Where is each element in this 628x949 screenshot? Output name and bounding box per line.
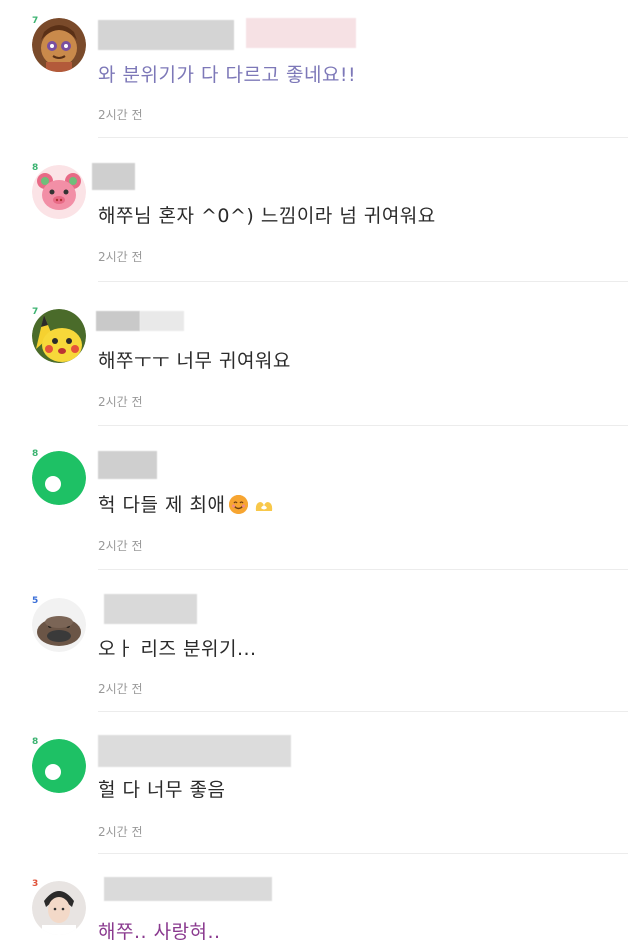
platypus-avatar-icon <box>32 598 86 652</box>
comment-text: 해쭈ㅜㅜ 너무 귀여워요 <box>98 350 291 372</box>
avatar[interactable]: 8 <box>32 449 88 507</box>
divider <box>98 425 628 426</box>
default-avatar-icon <box>32 739 86 793</box>
comment-item: 8 헉 다들 제 최애 2시간 전 <box>0 449 628 571</box>
divider <box>98 569 628 570</box>
divider <box>98 281 628 282</box>
username-blurred[interactable] <box>96 311 140 331</box>
comment-item: 5 오ㅏ 리즈 분위기... 2시간 전 <box>0 594 628 714</box>
level-badge: 8 <box>32 737 39 747</box>
avatar[interactable]: 8 <box>32 163 88 221</box>
smiling-face-emoji-icon <box>228 495 248 514</box>
username-blurred[interactable] <box>98 735 291 767</box>
comment-item: 8 해쭈님 혼자 ^0^) 느낌이라 넘 귀여워요 2시간 전 <box>0 163 628 283</box>
default-avatar-icon <box>32 451 86 505</box>
avatar[interactable]: 7 <box>32 16 88 74</box>
user-badge-blurred <box>246 18 356 48</box>
comment-text: 와 분위기가 다 다르고 좋네요!! <box>98 64 357 86</box>
cookie-avatar-icon <box>32 18 86 72</box>
username-blurred-2 <box>140 311 184 331</box>
username-blurred[interactable] <box>104 877 272 901</box>
divider <box>98 853 628 854</box>
comment-item: 8 헐 다 너무 좋음 2시간 전 <box>0 735 628 855</box>
level-badge: 5 <box>32 596 39 606</box>
comment-time: 2시간 전 <box>98 250 143 264</box>
level-badge: 7 <box>32 16 39 26</box>
person-avatar-icon <box>32 881 86 935</box>
comment-time: 2시간 전 <box>98 825 143 839</box>
comment-text: 헉 다들 제 최애 <box>98 490 274 517</box>
username-blurred[interactable] <box>98 20 234 50</box>
comment-text: 오ㅏ 리즈 분위기... <box>98 638 257 660</box>
comment-item: 7 와 분위기가 다 다르고 좋네요!! 2시간 전 <box>0 16 628 138</box>
level-badge: 7 <box>32 307 39 317</box>
comment-time: 2시간 전 <box>98 539 143 553</box>
username-blurred[interactable] <box>98 451 157 479</box>
avatar[interactable]: 5 <box>32 596 88 654</box>
level-badge: 8 <box>32 163 39 173</box>
comment-item: 3 해쭈.. 사랑혀.. <box>0 877 628 949</box>
comment-time: 2시간 전 <box>98 682 143 696</box>
level-badge: 8 <box>32 449 39 459</box>
comment-text: 헐 다 너무 좋음 <box>98 779 226 801</box>
pig-avatar-icon <box>32 165 86 219</box>
divider <box>98 137 628 138</box>
comment-text: 해쭈.. 사랑혀.. <box>98 921 221 943</box>
avatar[interactable]: 7 <box>32 307 88 365</box>
username-blurred[interactable] <box>104 594 197 624</box>
avatar[interactable]: 3 <box>32 879 88 937</box>
heart-hands-emoji-icon <box>254 496 274 511</box>
avatar[interactable]: 8 <box>32 737 88 795</box>
comment-time: 2시간 전 <box>98 395 143 409</box>
comment-item: 7 해쭈ㅜㅜ 너무 귀여워요 2시간 전 <box>0 307 628 429</box>
comment-text: 해쭈님 혼자 ^0^) 느낌이라 넘 귀여워요 <box>98 205 436 227</box>
divider <box>98 711 628 712</box>
username-blurred[interactable] <box>92 163 135 190</box>
level-badge: 3 <box>32 879 39 889</box>
comment-time: 2시간 전 <box>98 108 143 122</box>
pikachu-avatar-icon <box>32 309 86 363</box>
